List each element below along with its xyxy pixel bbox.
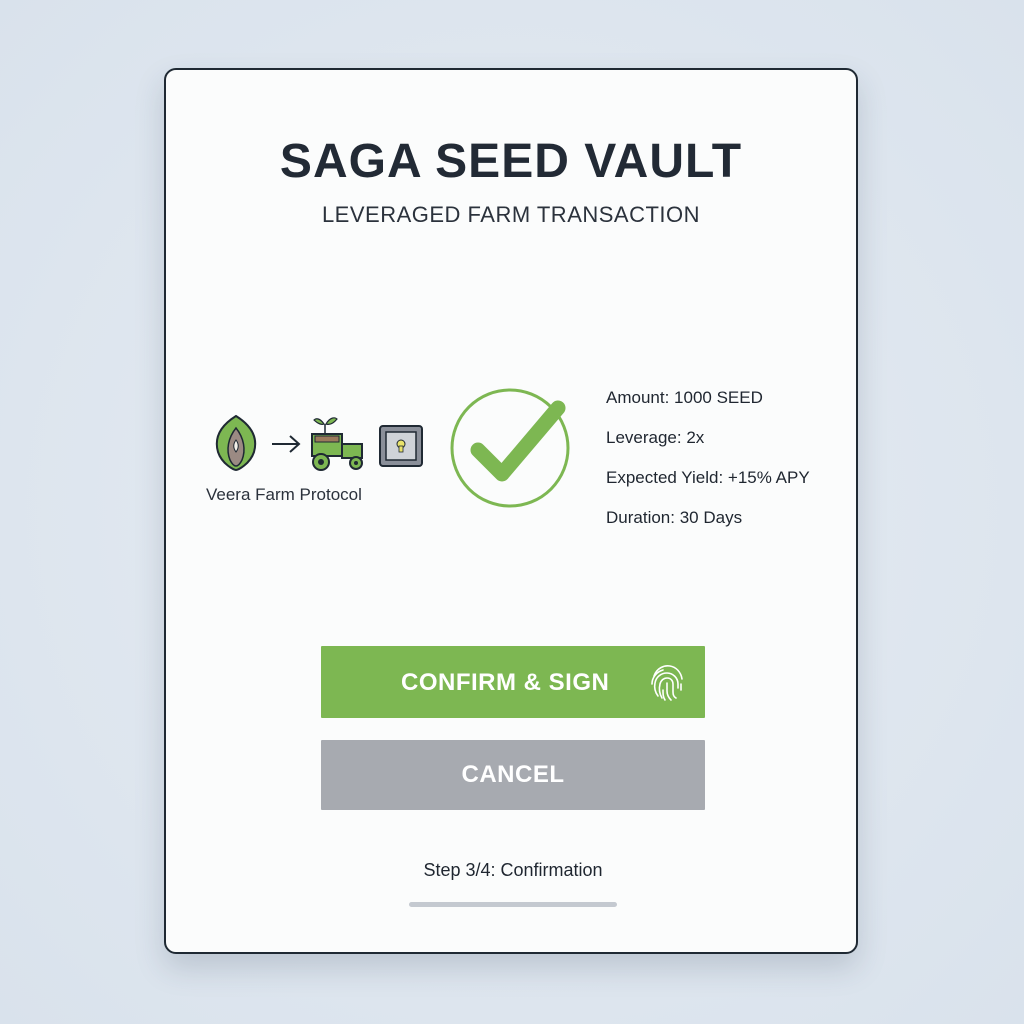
protocol-flow bbox=[215, 414, 423, 472]
leverage-value: Leverage: 2x bbox=[606, 428, 705, 447]
amount-value: Amount: 1000 SEED bbox=[606, 388, 763, 407]
vault-safe-icon bbox=[379, 425, 423, 467]
arrow-right-icon bbox=[272, 435, 301, 453]
seed-icon bbox=[215, 414, 257, 472]
page-subtitle: LEVERAGED FARM TRANSACTION bbox=[321, 202, 701, 227]
cancel-button[interactable]: CANCEL bbox=[321, 740, 705, 810]
confirm-sign-button[interactable]: CONFIRM & SIGN bbox=[321, 646, 705, 718]
cancel-label: CANCEL bbox=[461, 761, 565, 788]
page-title: SAGA SEED VAULT bbox=[279, 135, 743, 188]
protocol-label: Veera Farm Protocol bbox=[206, 485, 362, 504]
progress-bar bbox=[409, 902, 617, 907]
checkmark-circle-icon bbox=[450, 388, 570, 508]
confirm-sign-label: CONFIRM & SIGN bbox=[401, 669, 610, 696]
transaction-dialog: SAGA SEED VAULT LEVERAGED FARM TRANSACTI… bbox=[164, 68, 858, 954]
expected-yield-value: Expected Yield: +15% APY bbox=[606, 468, 810, 487]
step-indicator: Step 3/4: Confirmation bbox=[423, 860, 603, 880]
transaction-details: Amount: 1000 SEED Leverage: 2x Expected … bbox=[606, 388, 846, 548]
tractor-icon bbox=[311, 417, 363, 471]
fingerprint-icon bbox=[651, 665, 683, 701]
duration-value: Duration: 30 Days bbox=[606, 508, 743, 527]
